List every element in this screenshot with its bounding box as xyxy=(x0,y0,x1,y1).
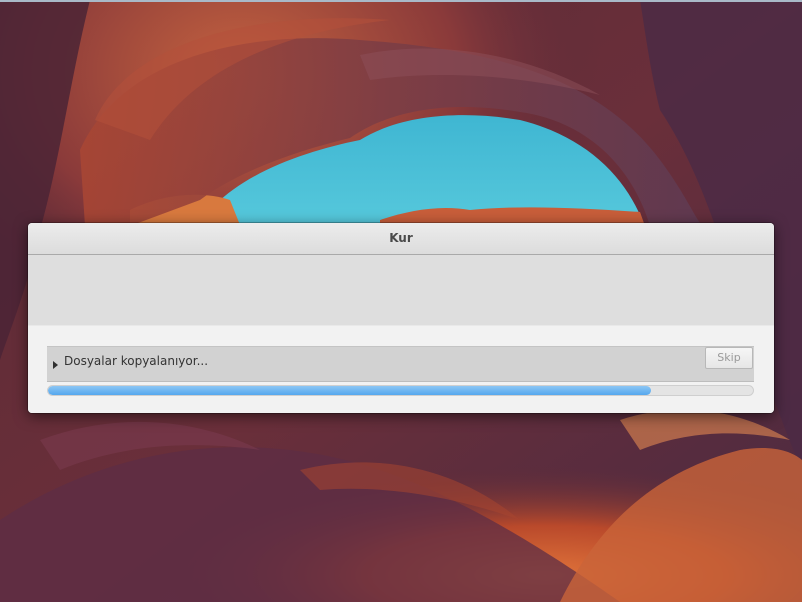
window-titlebar[interactable]: Kur xyxy=(28,223,774,255)
installation-progress-bar xyxy=(47,385,754,396)
desktop: Kur Dosyalar kopyalanıyor... Skip xyxy=(0,0,802,602)
expander-arrow-icon xyxy=(53,361,58,369)
installation-progress-section: Dosyalar kopyalanıyor... Skip xyxy=(28,326,774,413)
installer-window: Kur Dosyalar kopyalanıyor... Skip xyxy=(28,223,774,413)
details-expander[interactable]: Dosyalar kopyalanıyor... Skip xyxy=(47,346,754,382)
installer-slideshow-area xyxy=(28,255,774,326)
installation-status-text: Dosyalar kopyalanıyor... xyxy=(64,354,209,368)
screen-top-edge xyxy=(0,0,802,2)
skip-button[interactable]: Skip xyxy=(705,347,753,369)
progress-bar-fill xyxy=(48,386,652,395)
window-title: Kur xyxy=(389,231,413,245)
